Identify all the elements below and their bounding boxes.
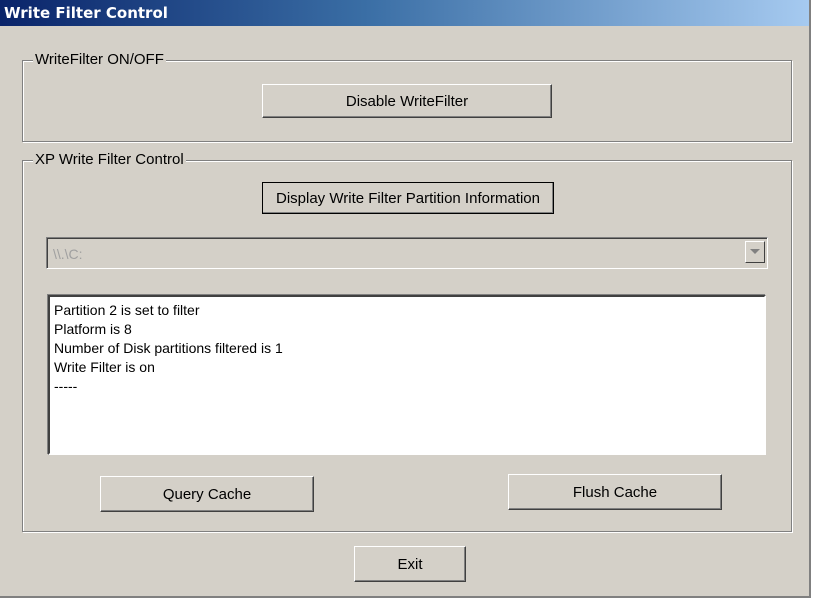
chevron-down-icon[interactable] [745,241,765,263]
drive-select-value: \\.\C: [53,246,83,262]
output-line: Write Filter is on [54,359,155,375]
output-line: ----- [54,378,78,394]
group-legend-control: XP Write Filter Control [33,151,186,168]
title-bar[interactable]: Write Filter Control [0,0,809,26]
group-legend-onoff: WriteFilter ON/OFF [33,51,166,68]
output-line: Partition 2 is set to filter [54,302,200,318]
output-line: Platform is 8 [54,321,132,337]
write-filter-dialog: Write Filter Control WriteFilter ON/OFF … [0,0,811,598]
drive-select-frame [47,238,767,268]
display-partition-info-button[interactable]: Display Write Filter Partition Informati… [262,182,554,214]
disable-writefilter-button[interactable]: Disable WriteFilter [262,84,552,118]
exit-button[interactable]: Exit [354,546,466,582]
query-cache-button[interactable]: Query Cache [100,476,314,512]
drive-select[interactable]: \\.\C: [46,237,768,269]
partition-info-output[interactable]: Partition 2 is set to filter Platform is… [48,295,766,455]
window-title: Write Filter Control [4,4,168,22]
flush-cache-button[interactable]: Flush Cache [508,474,722,510]
output-line: Number of Disk partitions filtered is 1 [54,340,283,356]
